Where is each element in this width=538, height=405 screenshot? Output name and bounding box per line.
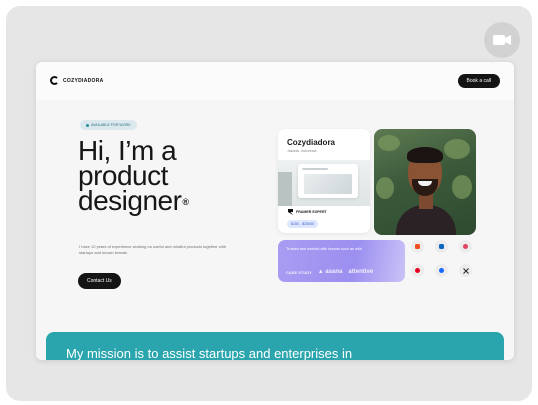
figma-icon [415, 244, 420, 249]
x-link[interactable] [459, 264, 472, 277]
brands-text: Trusted and worked with brands such as w… [286, 247, 362, 251]
mission-section: My mission is to assist startups and ent… [46, 332, 504, 360]
headline-word-designer: designer [78, 185, 182, 216]
headline-line-3: designer® [78, 185, 248, 216]
status-dot-icon [86, 123, 89, 127]
pinterest-link[interactable] [411, 264, 424, 277]
registered-mark: ® [182, 197, 189, 208]
social-links [411, 240, 476, 284]
preview-bar [302, 168, 328, 170]
foliage [376, 177, 394, 199]
logo-text: COZYDIADORA [63, 77, 104, 84]
brands-card: Trusted and worked with brands such as w… [278, 240, 405, 282]
x-icon [462, 267, 469, 274]
person-body [396, 205, 456, 235]
mission-text: My mission is to assist startups and ent… [66, 346, 353, 360]
video-button[interactable] [484, 22, 520, 58]
logo-mark-icon [50, 76, 59, 85]
portrait-photo [374, 129, 476, 235]
dribbble-icon [463, 244, 468, 249]
site-card-title: Cozydiadora [287, 138, 336, 147]
hero-headline: Hi, I’m a product designer® [78, 137, 248, 216]
brand-logo: attentive [348, 269, 374, 275]
badge-label: AVAILABLE FOR WORK [91, 123, 131, 127]
book-call-button[interactable]: Book a call [457, 74, 500, 88]
navbar: COZYDIADORA Book a call [36, 62, 514, 100]
site-preview-image [278, 160, 370, 206]
website-preview: COZYDIADORA Book a call AVAILABLE FOR WO… [36, 62, 514, 360]
foliage [452, 175, 472, 199]
preview-card [298, 164, 358, 198]
linkedin-icon [439, 244, 444, 249]
site-card-subtitle: Jakarta, Indonesia [287, 149, 317, 153]
framer-icon [288, 209, 293, 215]
preview-left-strip [278, 172, 292, 206]
person-hair [407, 147, 443, 163]
brand-logo: ▲ asana [317, 269, 343, 275]
availability-badge: AVAILABLE FOR WORK [80, 120, 137, 130]
dribbble-link[interactable] [459, 240, 472, 253]
foliage [444, 139, 470, 159]
preview-image [304, 174, 352, 194]
brand-logos: CASE STUDY ▲ asana attentive [286, 269, 373, 275]
price-pill: $150 - $25000 [287, 220, 319, 228]
hero-intro: I have 10 years of experience working on… [79, 244, 226, 255]
preview-frame: COZYDIADORA Book a call AVAILABLE FOR WO… [6, 6, 532, 401]
site-card[interactable]: Cozydiadora Jakarta, Indonesia FRAMER EX… [278, 129, 370, 233]
framer-expert-row: FRAMER EXPERT [288, 209, 327, 215]
brand-logo: CASE STUDY [286, 269, 312, 275]
video-camera-icon [493, 35, 511, 45]
behance-icon [439, 268, 444, 273]
foliage [378, 135, 400, 151]
framer-expert-label: FRAMER EXPERT [296, 210, 327, 214]
pinterest-icon [415, 268, 420, 273]
behance-link[interactable] [435, 264, 448, 277]
contact-us-button[interactable]: Contact Us [78, 273, 121, 289]
linkedin-link[interactable] [435, 240, 448, 253]
figma-link[interactable] [411, 240, 424, 253]
logo[interactable]: COZYDIADORA [50, 76, 104, 85]
